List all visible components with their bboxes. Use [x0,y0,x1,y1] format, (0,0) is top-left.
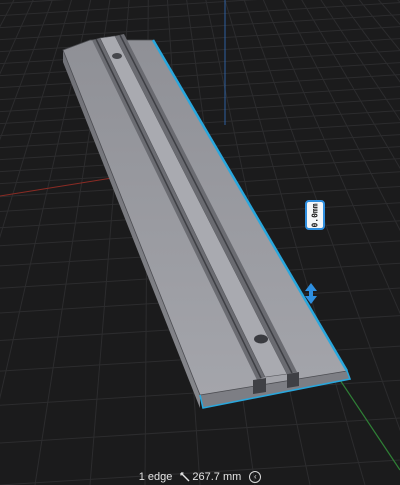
status-bar: 1 edge 267.7 mm ‹ [0,468,400,485]
edge-length: 267.7 mm [180,471,241,483]
front-notch-left [253,378,266,394]
3d-viewport[interactable]: 0.0mm 1 edge 267.7 mm ‹ [0,0,400,485]
ruler-icon [180,471,190,481]
dimension-value: 0.0mm [310,202,320,228]
mounting-hole-top [112,53,122,59]
dimension-input-label[interactable]: 0.0mm [305,200,325,230]
front-notch-right [287,372,299,388]
selection-count: 1 edge [138,470,173,483]
length-value: 267.7 mm [192,470,242,483]
move-handle[interactable] [302,282,320,306]
chevron-left-circle-icon[interactable]: ‹ [249,470,262,483]
mounting-hole-bottom [254,334,268,344]
scene-canvas[interactable] [0,0,400,485]
